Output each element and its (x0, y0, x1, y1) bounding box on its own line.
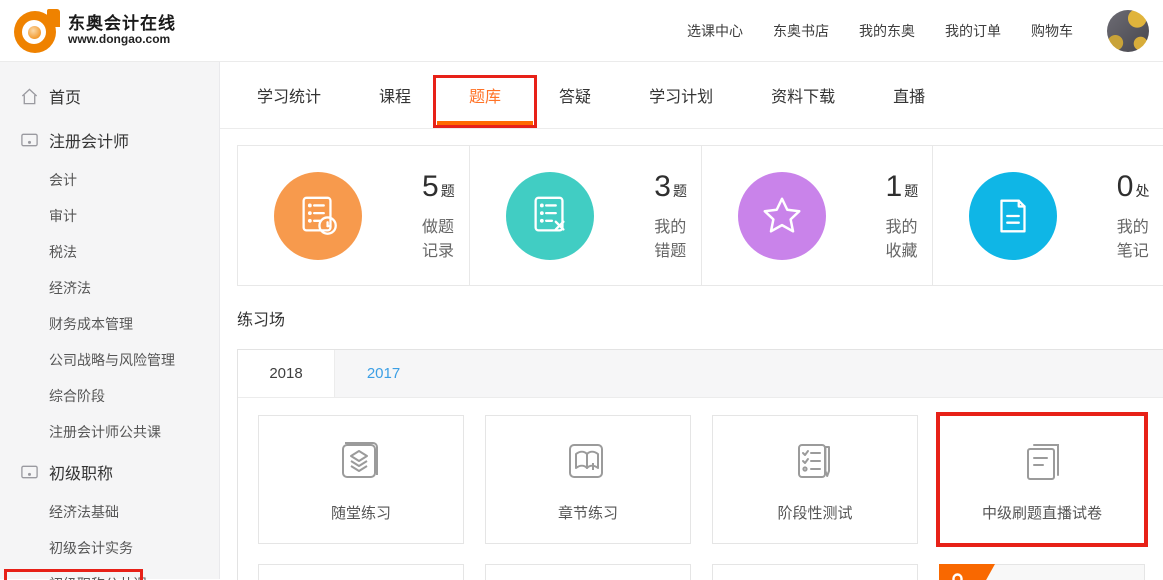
nav-my-dongao[interactable]: 我的东奥 (859, 21, 915, 41)
stat-wrong-questions[interactable]: 3 题 我的错题 (469, 146, 700, 285)
tab-live[interactable]: 直播 (893, 62, 925, 128)
sidebar-section-cpa[interactable]: 注册会计师 (0, 118, 219, 162)
tab-courses[interactable]: 课程 (379, 62, 411, 128)
nav-my-orders[interactable]: 我的订单 (945, 21, 1001, 41)
stat-practice-record[interactable]: 5 题 做题记录 (238, 146, 469, 285)
dongao-logo-icon (14, 9, 60, 53)
stat-value: 3 (654, 170, 671, 204)
stat-favorites[interactable]: 1 题 我的收藏 (701, 146, 932, 285)
page: 东奥会计在线 www.dongao.com 选课中心 东奥书店 我的东奥 我的订… (0, 0, 1163, 580)
nav-bookstore[interactable]: 东奥书店 (773, 21, 829, 41)
sidebar-item-junior-public[interactable]: 初级职称公共课 (0, 566, 219, 580)
stat-value: 0 (1117, 170, 1134, 204)
sidebar-item-economic-law[interactable]: 经济法 (0, 270, 219, 306)
stat-unit: 题 (673, 181, 687, 201)
sidebar: 首页 注册会计师 会计 审计 税法 经济法 财务成本管理 公司战略与风险管理 综… (0, 62, 220, 579)
sidebar-item-strategy-risk[interactable]: 公司战略与风险管理 (0, 342, 219, 378)
stat-label: 我的错题 (654, 213, 700, 261)
stat-unit: 处 (1135, 181, 1149, 201)
year-tab-2017[interactable]: 2017 (335, 350, 432, 397)
sidebar-section-label: 注册会计师 (49, 128, 129, 152)
nav-course-center[interactable]: 选课中心 (687, 21, 743, 41)
practice-panel: 2018 2017 (237, 349, 1163, 580)
tab-study-plan[interactable]: 学习计划 (649, 62, 713, 128)
sidebar-item-audit[interactable]: 审计 (0, 198, 219, 234)
sidebar-item-econ-law-basics[interactable]: 经济法基础 (0, 494, 219, 530)
card-label: 阶段性测试 (777, 502, 852, 523)
year-tab-2018[interactable]: 2018 (238, 350, 335, 397)
year-tab-bar: 2018 2017 (238, 350, 1163, 398)
stat-label: 做题记录 (422, 213, 469, 261)
card-label: 中级刷题直播试卷 (982, 502, 1102, 523)
stat-label: 我的收藏 (886, 213, 932, 261)
sidebar-item-tax-law[interactable]: 税法 (0, 234, 219, 270)
active-tab-underline (437, 121, 533, 127)
sidebar-section-label: 初级职称 (49, 460, 113, 484)
open-book-icon (560, 433, 616, 489)
papers-icon (1014, 433, 1070, 489)
logo-subtitle: www.dongao.com (68, 33, 176, 47)
practice-section-title: 练习场 (237, 306, 1163, 330)
tab-question-bank[interactable]: 题库 (469, 62, 501, 128)
sidebar-item-cpa-public[interactable]: 注册会计师公共课 (0, 414, 219, 450)
lock-icon (949, 572, 966, 580)
card-chapter-practice[interactable]: 章节练习 (485, 415, 691, 544)
main-content: 学习统计 课程 题库 答疑 学习计划 资料下载 直播 (220, 62, 1163, 579)
tab-label: 题库 (469, 83, 501, 107)
lock-ribbon (939, 564, 1019, 580)
home-icon (20, 87, 39, 106)
tab-study-stats[interactable]: 学习统计 (257, 62, 321, 128)
stat-notes[interactable]: 0 处 我的笔记 (932, 146, 1163, 285)
sidebar-item-financial-management[interactable]: 财务成本管理 (0, 306, 219, 342)
practice-cards: 随堂练习 章节练习 (238, 398, 1163, 580)
stat-value: 1 (886, 170, 903, 204)
sidebar-item-home[interactable]: 首页 (0, 74, 219, 118)
sidebar-item-comprehensive[interactable]: 综合阶段 (0, 378, 219, 414)
nav-cart[interactable]: 购物车 (1031, 21, 1073, 41)
practice-card-partial[interactable] (712, 564, 918, 580)
tab-downloads[interactable]: 资料下载 (771, 62, 835, 128)
document-icon (969, 172, 1057, 260)
practice-card-locked[interactable] (939, 564, 1145, 580)
main-tab-bar: 学习统计 课程 题库 答疑 学习计划 资料下载 直播 (220, 62, 1163, 129)
sidebar-item-accounting[interactable]: 会计 (0, 162, 219, 198)
stat-unit: 题 (441, 181, 455, 201)
logo-title: 东奥会计在线 (68, 14, 176, 34)
practice-card-partial[interactable] (485, 564, 691, 580)
board-icon (20, 131, 39, 150)
card-live-quiz-paper[interactable]: 中级刷题直播试卷 (939, 415, 1145, 544)
list-clock-icon (274, 172, 362, 260)
sidebar-item-junior-practice[interactable]: 初级会计实务 (0, 530, 219, 566)
stat-unit: 题 (904, 181, 918, 201)
checklist-pen-icon (787, 433, 843, 489)
tab-qa[interactable]: 答疑 (559, 62, 591, 128)
board-icon (20, 463, 39, 482)
star-icon (738, 172, 826, 260)
sidebar-item-label: 首页 (49, 84, 81, 108)
top-header: 东奥会计在线 www.dongao.com 选课中心 东奥书店 我的东奥 我的订… (0, 0, 1163, 62)
sidebar-section-junior[interactable]: 初级职称 (0, 450, 219, 494)
stats-panel: 5 题 做题记录 (237, 145, 1163, 286)
card-stage-test[interactable]: 阶段性测试 (712, 415, 918, 544)
list-x-icon (506, 172, 594, 260)
layers-icon (333, 433, 389, 489)
site-logo[interactable]: 东奥会计在线 www.dongao.com (14, 9, 176, 53)
stat-label: 我的笔记 (1117, 213, 1163, 261)
card-label: 随堂练习 (331, 502, 391, 523)
card-label: 章节练习 (558, 502, 618, 523)
stat-value: 5 (422, 170, 439, 204)
user-avatar[interactable] (1107, 10, 1149, 52)
top-nav: 选课中心 东奥书店 我的东奥 我的订单 购物车 (687, 10, 1149, 52)
practice-card-partial[interactable] (258, 564, 464, 580)
card-in-class-practice[interactable]: 随堂练习 (258, 415, 464, 544)
